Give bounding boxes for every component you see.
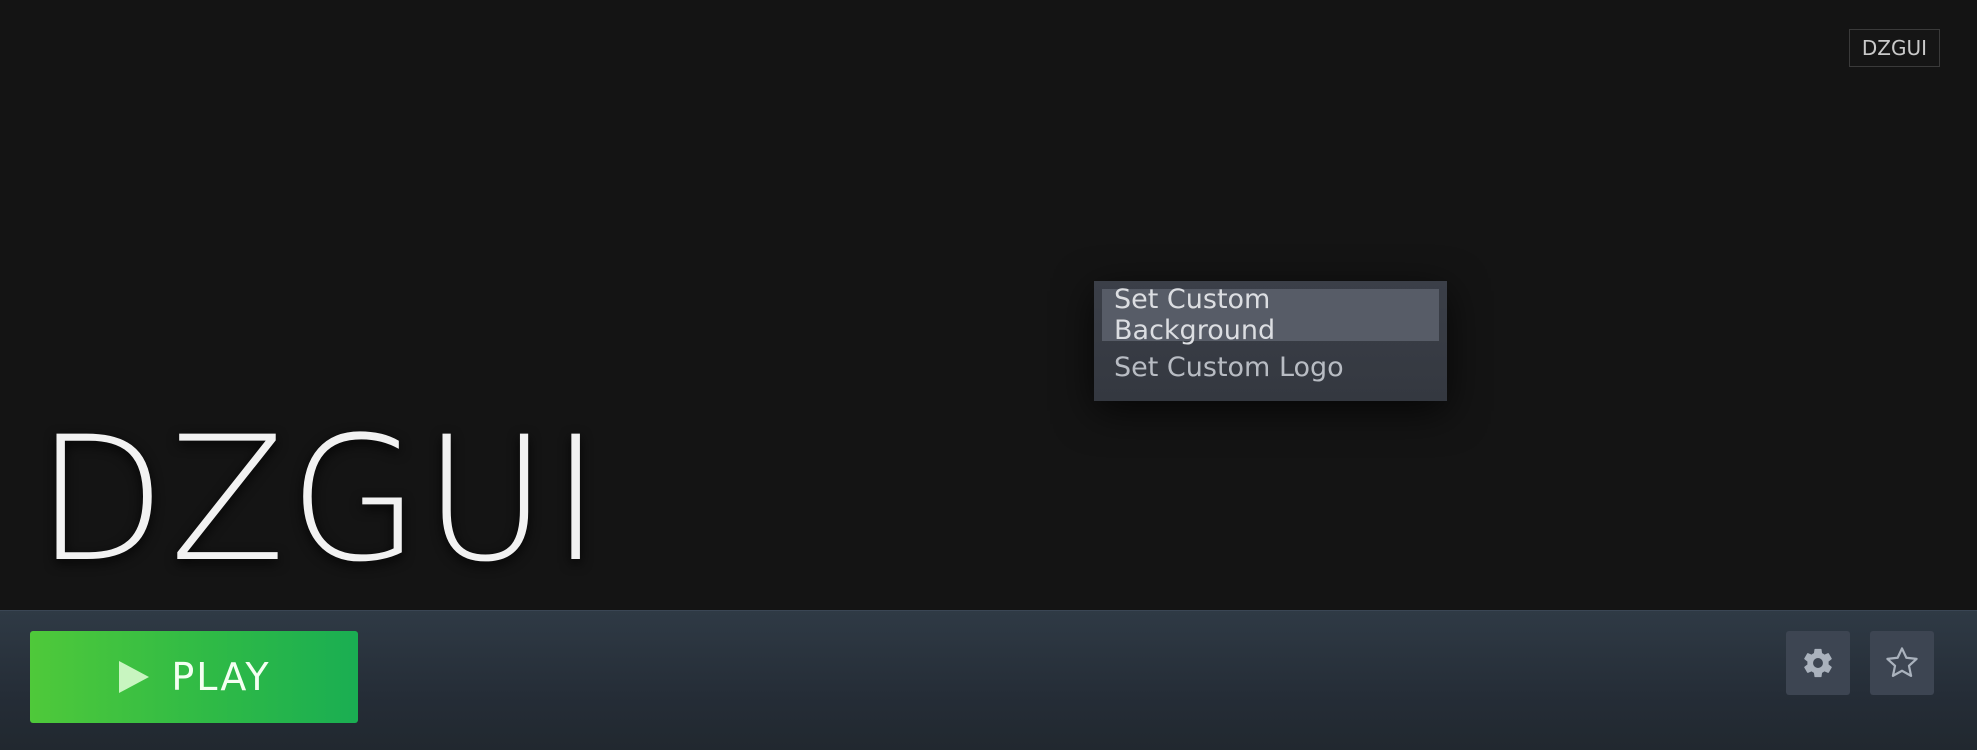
game-logo-text: DZGUI [36, 399, 605, 600]
menu-item-set-custom-background[interactable]: Set Custom Background [1102, 284, 1439, 346]
context-menu: Set Custom Background Set Custom Logo [1094, 281, 1447, 401]
game-hero-area: DZGUI DZGUI [0, 0, 1977, 610]
play-button[interactable]: PLAY [30, 631, 358, 723]
star-outline-icon [1886, 647, 1918, 677]
play-button-label: PLAY [171, 655, 271, 699]
play-triangle-icon [119, 661, 150, 693]
game-action-bar: PLAY [0, 610, 1977, 750]
favorite-button[interactable] [1870, 631, 1934, 695]
game-name-tag: DZGUI [1848, 29, 1940, 67]
menu-item-set-custom-logo[interactable]: Set Custom Logo [1102, 341, 1439, 393]
gear-icon [1804, 648, 1832, 678]
settings-button[interactable] [1786, 631, 1850, 695]
